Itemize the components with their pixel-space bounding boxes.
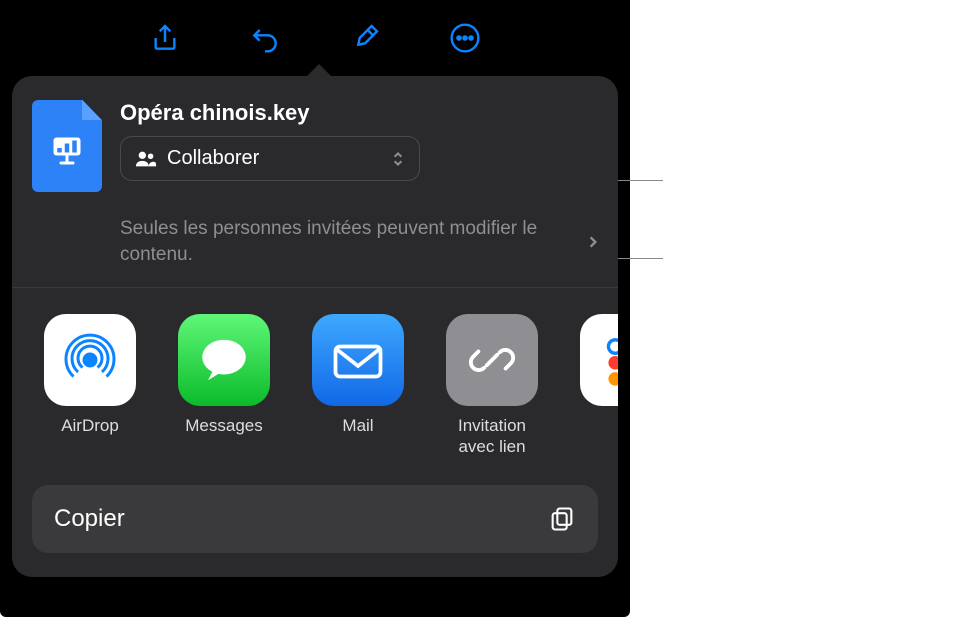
chevron-up-down-icon <box>391 150 405 168</box>
copy-label: Copier <box>54 505 125 533</box>
apps-row: AirDrop Messages Mail <box>12 288 618 477</box>
header-right: Opéra chinois.key Collaborer <box>120 100 598 192</box>
messages-icon <box>178 314 270 406</box>
document-icon <box>32 100 102 192</box>
collaborate-label: Collaborer <box>167 147 259 170</box>
copy-icon <box>548 505 576 533</box>
more-button[interactable] <box>445 18 485 58</box>
chevron-right-icon <box>588 235 598 249</box>
share-icon <box>149 22 181 54</box>
format-brush-icon <box>349 22 381 54</box>
collaborate-dropdown[interactable]: Collaborer <box>120 136 420 181</box>
device-frame: Opéra chinois.key Collaborer Seules les <box>0 0 630 617</box>
app-label: Invitation avec lien <box>438 416 546 457</box>
airdrop-icon <box>44 314 136 406</box>
copy-button[interactable]: Copier <box>32 485 598 553</box>
app-invite-link[interactable]: Invitation avec lien <box>438 314 546 457</box>
share-button[interactable] <box>145 18 185 58</box>
link-icon <box>446 314 538 406</box>
people-icon <box>135 148 157 170</box>
app-airdrop[interactable]: AirDrop <box>36 314 144 457</box>
app-mail[interactable]: Mail <box>304 314 412 457</box>
app-label: Messages <box>185 416 262 436</box>
undo-icon <box>249 22 281 54</box>
share-sheet: Opéra chinois.key Collaborer Seules les <box>12 76 618 577</box>
undo-button[interactable] <box>245 18 285 58</box>
popover-arrow <box>305 64 333 78</box>
reminders-icon <box>580 314 618 406</box>
app-reminders[interactable]: R <box>572 314 618 457</box>
more-circle-icon <box>449 22 481 54</box>
file-title: Opéra chinois.key <box>120 100 598 126</box>
format-button[interactable] <box>345 18 385 58</box>
app-label: Mail <box>342 416 373 436</box>
app-messages[interactable]: Messages <box>170 314 278 457</box>
permission-text: Seules les personnes invitées peuvent mo… <box>120 216 582 267</box>
permission-row[interactable]: Seules les personnes invitées peuvent mo… <box>12 208 618 287</box>
mail-icon <box>312 314 404 406</box>
action-row: Copier <box>12 477 618 577</box>
app-label: AirDrop <box>61 416 119 436</box>
toolbar <box>0 0 630 70</box>
keynote-icon <box>49 133 85 169</box>
sheet-header: Opéra chinois.key Collaborer <box>12 76 618 208</box>
